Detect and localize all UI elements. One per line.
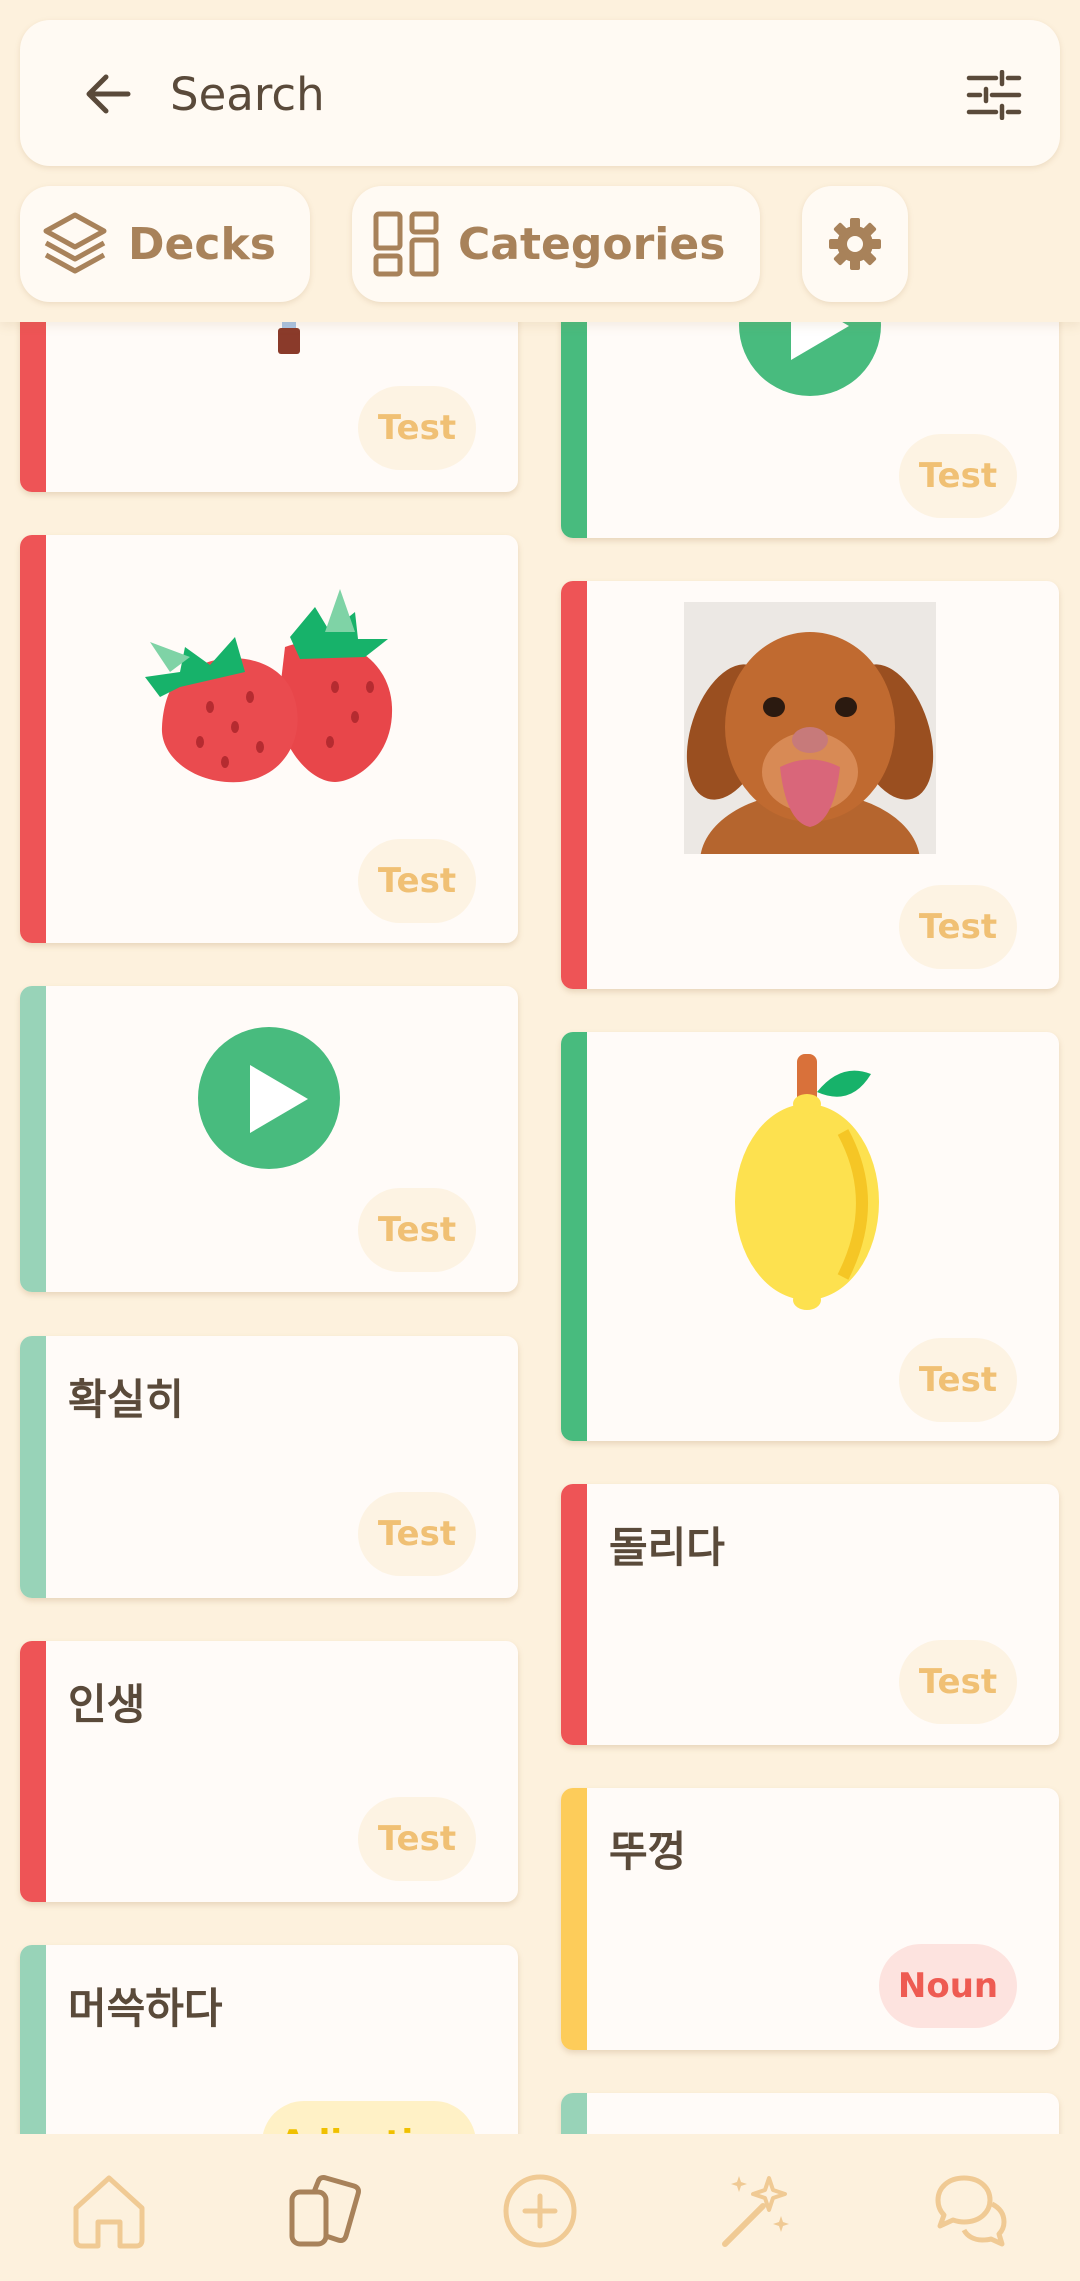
- flashcard[interactable]: Test: [561, 581, 1059, 989]
- card-tag-badge: Test: [358, 386, 476, 470]
- card-status-bar: [561, 300, 587, 538]
- decks-button[interactable]: Decks: [20, 186, 310, 302]
- card-tag-badge: Test: [899, 1640, 1017, 1724]
- card-status-bar: [20, 535, 46, 943]
- card-tag-badge: Test: [899, 1338, 1017, 1422]
- chat-bubbles-icon[interactable]: [930, 2170, 1012, 2252]
- search-input[interactable]: [170, 56, 930, 132]
- card-status-bar: [20, 1336, 46, 1598]
- layers-icon: [43, 212, 107, 274]
- flashcard[interactable]: 뚜껑 Noun: [561, 1788, 1059, 2050]
- lemon-icon: [735, 1054, 879, 1310]
- flashcard[interactable]: Test: [20, 535, 518, 943]
- card-status-bar: [561, 1484, 587, 1745]
- card-status-bar: [561, 1788, 587, 2050]
- card-word: 뚜껑: [609, 1827, 687, 1876]
- flashcard[interactable]: 돌리다 Test: [561, 1484, 1059, 1745]
- plus-circle-icon[interactable]: [499, 2170, 581, 2252]
- cards-icon[interactable]: [284, 2170, 366, 2252]
- flashcard[interactable]: Test: [561, 1032, 1059, 1441]
- card-tag-badge: Test: [358, 1492, 476, 1576]
- top-bar: Decks Categories: [0, 0, 1080, 322]
- flashcard[interactable]: Test: [561, 300, 1059, 538]
- play-audio-button[interactable]: [198, 1027, 340, 1169]
- card-status-bar: [20, 1641, 46, 1902]
- categories-label: Categories: [458, 218, 726, 270]
- card-tag-badge: Test: [899, 434, 1017, 518]
- card-status-bar: [561, 1032, 587, 1441]
- card-tag-badge: Test: [358, 839, 476, 923]
- decks-label: Decks: [128, 218, 276, 270]
- magic-wand-icon[interactable]: [715, 2170, 797, 2252]
- bottom-navigation: [0, 2134, 1080, 2281]
- categories-button[interactable]: Categories: [352, 186, 760, 302]
- flashcard[interactable]: 인생 Test: [20, 1641, 518, 1902]
- flashcard[interactable]: Test: [20, 986, 518, 1292]
- card-tag-badge: Noun: [879, 1944, 1017, 2028]
- gear-icon: [829, 218, 881, 270]
- card-word: 인생: [68, 1680, 146, 1729]
- card-tag-badge: Test: [358, 1188, 476, 1272]
- settings-button[interactable]: [802, 186, 908, 302]
- card-word: 돌리다: [609, 1523, 725, 1572]
- home-icon[interactable]: [68, 2170, 150, 2252]
- card-status-bar: [561, 581, 587, 989]
- card-word: 머쓱하다: [68, 1984, 223, 2033]
- flashcard[interactable]: 확실히 Test: [20, 1336, 518, 1598]
- card-tag-badge: Test: [899, 885, 1017, 969]
- search-bar[interactable]: [20, 20, 1060, 166]
- sliders-icon[interactable]: [966, 70, 1022, 120]
- arrow-left-icon[interactable]: [82, 68, 134, 120]
- strawberry-icon: [145, 589, 393, 783]
- card-word: 확실히: [68, 1375, 184, 1424]
- card-status-bar: [20, 986, 46, 1292]
- card-status-bar: [20, 300, 46, 492]
- flashcard[interactable]: Test: [20, 300, 518, 492]
- grid-layout-icon: [373, 211, 439, 277]
- dog-photo: [684, 602, 936, 854]
- card-tag-badge: Test: [358, 1797, 476, 1881]
